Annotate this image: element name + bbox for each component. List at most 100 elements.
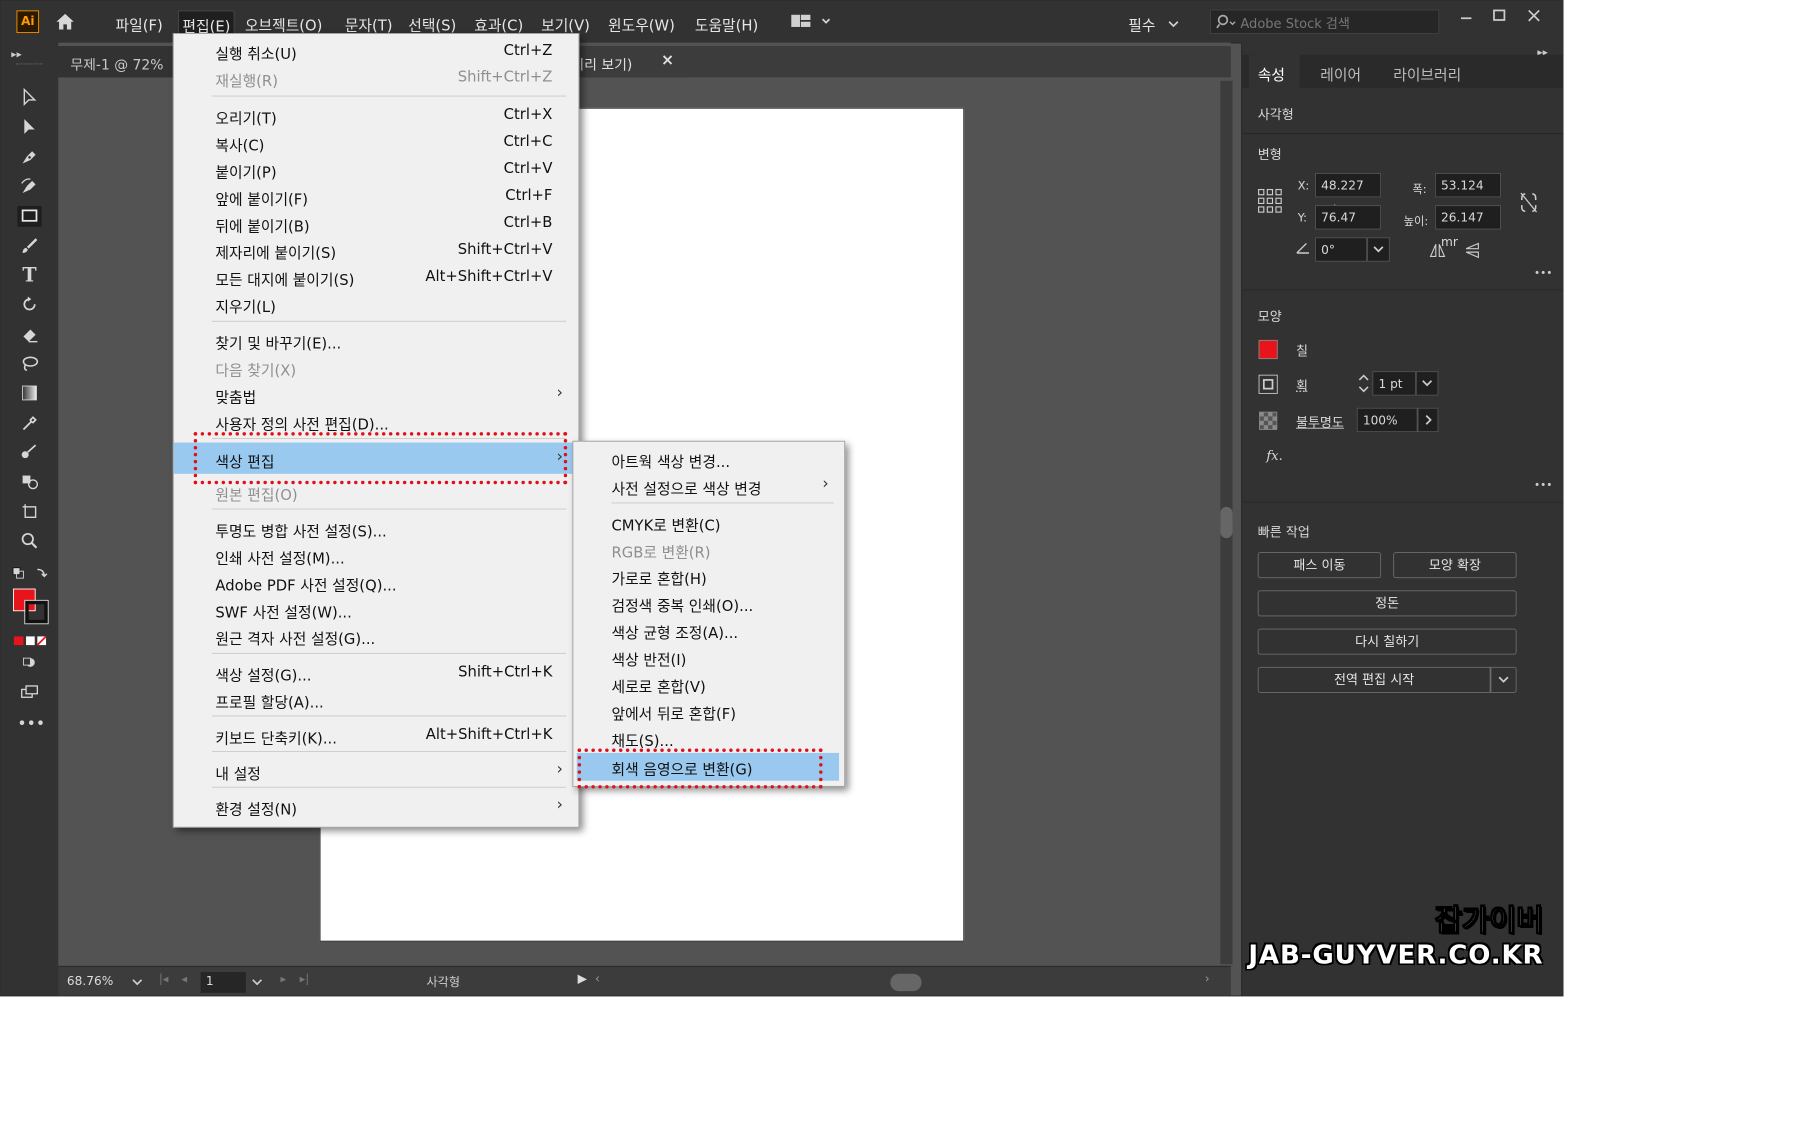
menu-object[interactable]: 오브젝트(O) (245, 13, 322, 34)
constrain-proportions-icon[interactable] (1518, 190, 1539, 214)
color-submenu-item[interactable]: 아트웍 색상 변경... (573, 445, 842, 471)
rotate-tool-icon[interactable] (17, 295, 41, 316)
opacity-label[interactable]: 불투명도 (1296, 413, 1344, 431)
eraser-tool-icon[interactable] (17, 324, 41, 345)
stock-search-input[interactable]: Adobe Stock 검색 (1209, 9, 1440, 34)
swap-colors-icon[interactable] (11, 566, 49, 580)
stroke-swatch[interactable] (24, 599, 49, 625)
home-icon[interactable] (53, 10, 77, 34)
pen-tool-icon[interactable] (17, 147, 41, 168)
edit-menu-item[interactable]: 실행 취소(U) Ctrl+Z (174, 37, 577, 64)
gradient-tool-icon[interactable] (17, 383, 41, 404)
color-submenu-item[interactable]: CMYK로 변환(C) (573, 509, 842, 534)
rotation-field[interactable]: 0° (1315, 237, 1368, 262)
collapse-icon[interactable]: ▸▸ (11, 48, 21, 60)
edit-menu-item[interactable]: 제자리에 붙이기(S) Shift+Ctrl+V (174, 236, 577, 263)
effects-fx-icon[interactable]: fx. (1266, 448, 1282, 464)
height-field[interactable]: 26.147 mr (1434, 205, 1501, 250)
fill-color-swatch[interactable] (1258, 339, 1278, 360)
minimize-icon[interactable] (1457, 6, 1476, 25)
width-field[interactable]: 53.124 mr (1434, 173, 1501, 217)
scroll-right-icon[interactable]: › (1205, 972, 1210, 986)
reference-point-icon[interactable] (1258, 188, 1282, 213)
edit-menu-item[interactable]: 색상 설정(G)... Shift+Ctrl+K (174, 659, 577, 685)
offset-path-button[interactable]: 패스 이동 (1257, 552, 1382, 579)
chevron-down-icon[interactable] (1367, 237, 1390, 262)
maximize-icon[interactable] (1490, 6, 1509, 25)
stroke-stepper-icon[interactable] (1357, 371, 1371, 395)
vertical-scrollbar[interactable] (1220, 80, 1233, 965)
close-icon[interactable] (1524, 6, 1543, 25)
edit-menu-item[interactable]: 원근 격자 사전 설정(G)... (174, 622, 577, 648)
stroke-weight-field[interactable]: 1 pt (1372, 371, 1416, 396)
recolor-button[interactable]: 다시 칠하기 (1257, 628, 1517, 655)
menu-file[interactable]: 파일(F) (116, 13, 163, 34)
type-tool-icon[interactable]: T (17, 265, 41, 286)
more-options-icon[interactable]: ••• (1534, 267, 1552, 279)
artboard-number-field[interactable]: 1 (200, 971, 246, 993)
flip-horizontal-icon[interactable] (1428, 241, 1447, 260)
screen-mode-icon[interactable] (17, 682, 41, 703)
color-submenu-item[interactable]: 검정색 중복 인쇄(O)... (573, 589, 842, 615)
chevron-down-icon[interactable] (131, 975, 143, 992)
color-submenu-item[interactable]: 세로로 혼합(V) (573, 670, 842, 696)
tab-libraries[interactable]: 라이브러리 (1393, 63, 1461, 84)
chevron-right-icon[interactable] (1417, 407, 1439, 433)
edit-menu-item[interactable]: 맞춤법 › (174, 381, 577, 406)
opacity-field[interactable]: 100% (1356, 407, 1418, 433)
stroke-label[interactable]: 획 (1296, 376, 1308, 394)
edit-menu-item[interactable]: 환경 설정(N) › (174, 793, 577, 819)
draw-mode-icon[interactable] (17, 653, 41, 674)
menu-effect[interactable]: 효과(C) (474, 13, 523, 34)
edit-menu-item[interactable]: 키보드 단축키(K)... Alt+Shift+Ctrl+K (174, 722, 577, 748)
curvature-tool-icon[interactable] (17, 176, 41, 197)
color-submenu-item[interactable]: 채도(S)... (573, 724, 842, 750)
artboard-tool-icon[interactable] (17, 502, 41, 523)
horizontal-scroll-thumb[interactable] (890, 973, 922, 992)
arrange-button[interactable]: 정돈 (1257, 590, 1517, 617)
edit-menu-item[interactable]: 투명도 병합 사전 설정(S)... (174, 515, 577, 540)
x-position-field[interactable]: 48.227 mi (1315, 173, 1382, 217)
edit-menu-item[interactable]: 앞에 붙이기(F) Ctrl+F (174, 183, 577, 209)
color-submenu-item[interactable]: 사전 설정으로 색상 변경 › (573, 472, 842, 498)
menu-help[interactable]: 도움말(H) (695, 13, 758, 34)
workspace-layout-icon[interactable] (790, 13, 833, 30)
edit-menu-item[interactable]: 오리기(T) Ctrl+X (174, 102, 577, 128)
more-options-icon[interactable]: ••• (1534, 479, 1552, 491)
zoom-level-field[interactable]: 68.76% (62, 972, 145, 993)
document-tab[interactable]: 무제-1 @ 72% (58, 46, 173, 78)
zoom-tool-icon[interactable] (17, 531, 41, 552)
workspace-select[interactable]: 필수 (1128, 13, 1155, 34)
status-menu-icon[interactable]: ▶ (578, 972, 587, 986)
y-position-field[interactable]: 76.47 mm (1315, 205, 1382, 250)
edit-menu-item[interactable]: SWF 사전 설정(W)... (174, 596, 577, 621)
tab-layers[interactable]: 레이어 (1320, 63, 1361, 84)
direct-selection-tool-icon[interactable] (17, 117, 41, 138)
eyedropper-tool-icon[interactable] (17, 413, 41, 434)
menu-view[interactable]: 보기(V) (541, 13, 590, 34)
start-global-edit-button[interactable]: 전역 편집 시작 (1257, 666, 1491, 693)
expand-shape-button[interactable]: 모양 확장 (1393, 552, 1517, 579)
color-mode-icons[interactable] (13, 634, 48, 646)
first-artboard-icon[interactable]: |◂ (159, 973, 168, 986)
selection-tool-icon[interactable] (17, 87, 41, 109)
menu-edit[interactable]: 편집(E) (178, 10, 235, 36)
stroke-color-swatch[interactable] (1258, 374, 1278, 394)
next-artboard-icon[interactable]: ▸ (281, 973, 287, 986)
chevron-down-icon[interactable] (1490, 666, 1517, 693)
scroll-left-icon[interactable]: ‹ (595, 972, 600, 986)
chevron-down-icon[interactable] (251, 975, 263, 992)
edit-menu-item[interactable]: 모든 대지에 붙이기(S) Alt+Shift+Ctrl+V (174, 263, 577, 290)
rectangle-tool-icon[interactable] (17, 206, 42, 227)
last-artboard-icon[interactable]: ▸| (300, 973, 309, 986)
more-tools-icon[interactable]: ••• (17, 714, 45, 735)
lasso-tool-icon[interactable] (17, 354, 41, 375)
edit-menu-item[interactable]: 복사(C) Ctrl+C (174, 129, 577, 155)
edit-menu-item[interactable]: 뒤에 붙이기(B) Ctrl+B (174, 210, 577, 236)
vertical-scroll-thumb[interactable] (1220, 506, 1233, 539)
color-submenu-item[interactable]: 색상 반전(I) (573, 643, 842, 669)
chevron-down-icon[interactable] (1167, 17, 1179, 28)
prev-artboard-icon[interactable]: ◂ (182, 973, 188, 986)
flip-vertical-icon[interactable] (1463, 241, 1482, 260)
color-submenu-item[interactable]: 색상 균형 조정(A)... (573, 616, 842, 642)
